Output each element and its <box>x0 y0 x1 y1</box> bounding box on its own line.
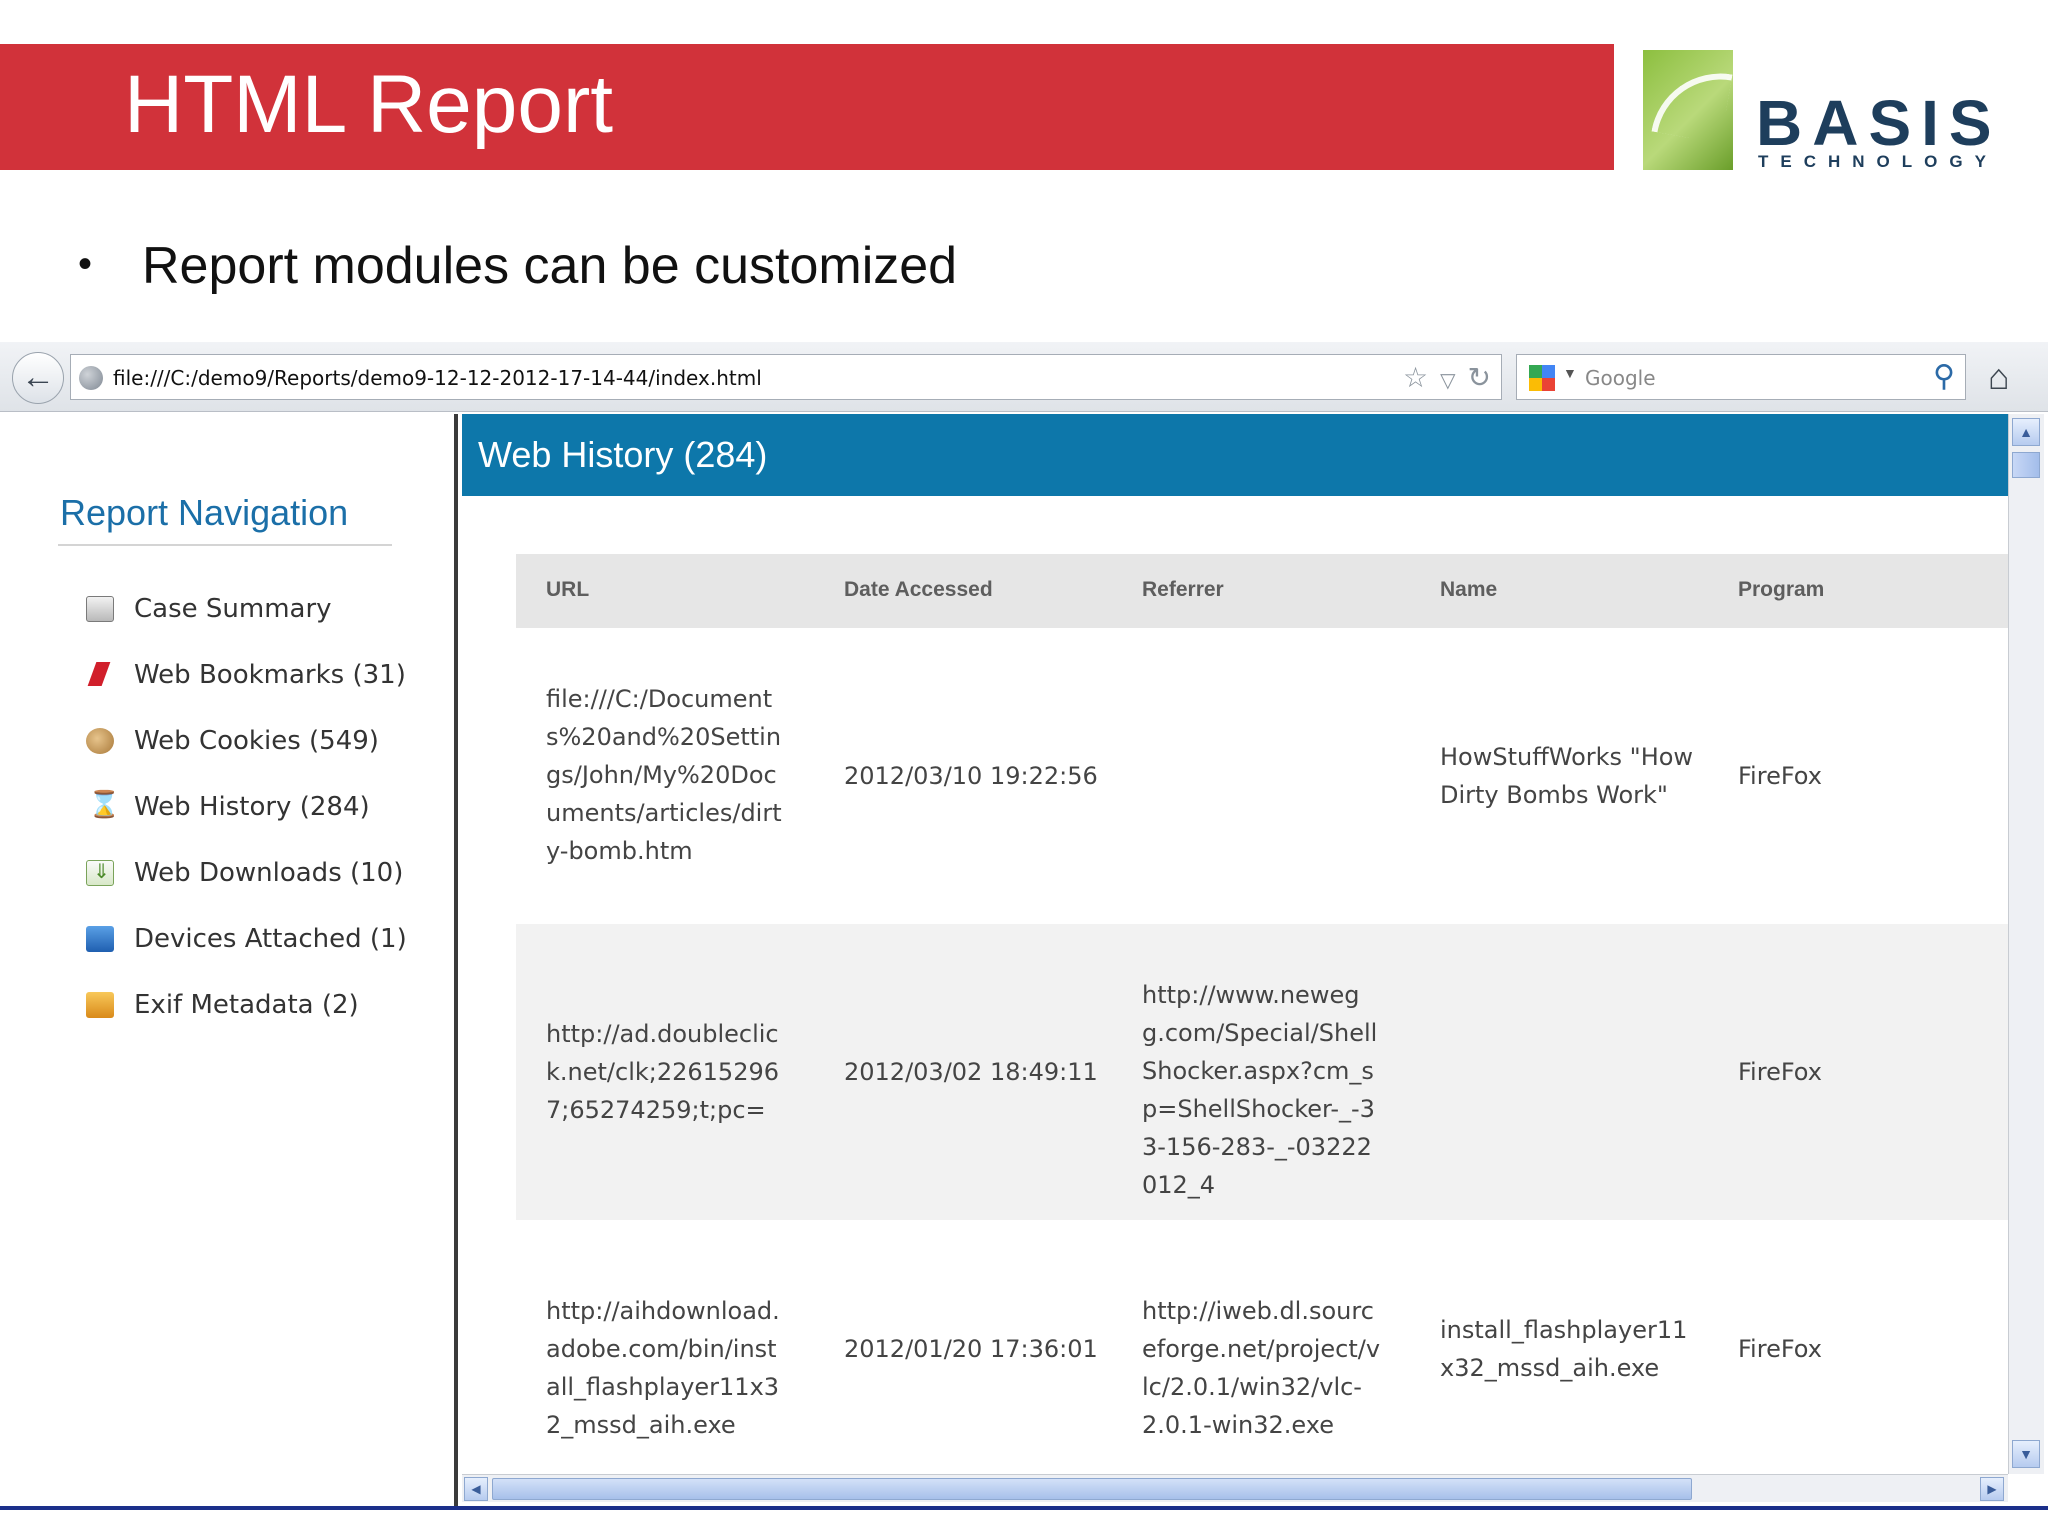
nav-item-label[interactable]: Devices Attached (1) <box>134 924 407 954</box>
browser-toolbar: ← file:///C:/demo9/Reports/demo9-12-12-2… <box>0 342 2048 412</box>
cell-date: 2012/01/20 17:36:01 <box>844 1335 1098 1363</box>
nav-item-label[interactable]: Exif Metadata (2) <box>134 990 359 1020</box>
cell-referrer: http://iweb.dl.sourceforge.net/project/v… <box>1142 1297 1381 1439</box>
cell-referrer: http://www.newegg.com/Special/ShellShock… <box>1142 981 1378 1199</box>
nav-item-exif-metadata[interactable]: Exif Metadata (2) <box>86 986 456 1026</box>
cell-name: install_flashplayer11x32_mssd_aih.exe <box>1440 1316 1688 1382</box>
scroll-left-icon[interactable]: ◀ <box>464 1477 488 1501</box>
report-content: Web History (284) URL Date Accessed Refe… <box>462 414 2008 1474</box>
cell-url: http://ad.doubleclick.net/clk;226152967;… <box>546 1020 780 1124</box>
nav-item-label[interactable]: Web Downloads (10) <box>134 858 403 888</box>
history-dropdown-icon[interactable]: ▽ <box>1440 370 1455 392</box>
cell-name: HowStuffWorks "How Dirty Bombs Work" <box>1440 743 1694 809</box>
hourglass-icon <box>86 790 120 820</box>
device-icon <box>86 926 114 952</box>
camera-icon <box>86 992 114 1018</box>
logo-leaf-icon <box>1643 50 1733 170</box>
horizontal-scrollbar[interactable]: ◀ ▶ <box>462 1474 2008 1502</box>
table-row: http://aihdownload.adobe.com/bin/install… <box>516 1220 2008 1474</box>
nav-item-label[interactable]: Web History (284) <box>134 792 370 822</box>
cell-program: FireFox <box>1738 762 1822 790</box>
scroll-up-icon[interactable]: ▲ <box>2012 418 2040 446</box>
cell-url: http://aihdownload.adobe.com/bin/install… <box>546 1297 780 1439</box>
column-header-name: Name <box>1440 578 1498 601</box>
scroll-right-icon[interactable]: ▶ <box>1980 1477 2004 1501</box>
column-header-program: Program <box>1738 578 1825 601</box>
horizontal-scroll-thumb[interactable] <box>492 1478 1692 1500</box>
reload-icon[interactable]: ↻ <box>1468 362 1491 393</box>
nav-item-label[interactable]: Web Cookies (549) <box>134 726 379 756</box>
table-header: URL Date Accessed Referrer Name Program <box>516 554 2008 628</box>
cell-program: FireFox <box>1738 1058 1822 1086</box>
address-bar[interactable]: file:///C:/demo9/Reports/demo9-12-12-201… <box>70 354 1502 400</box>
google-engine-icon[interactable] <box>1529 365 1555 391</box>
bookmark-icon <box>86 662 114 688</box>
section-header: Web History (284) <box>462 414 2008 496</box>
column-header-date: Date Accessed <box>844 578 993 601</box>
home-icon[interactable]: ⌂ <box>1988 356 2010 398</box>
nav-item-web-cookies[interactable]: Web Cookies (549) <box>86 722 456 762</box>
basis-technology-logo: BASIS TECHNOLOGY <box>1638 48 1992 174</box>
nav-title: Report Navigation <box>60 492 349 533</box>
nav-divider <box>58 544 392 546</box>
column-header-url: URL <box>546 578 590 601</box>
cookie-icon <box>86 728 114 754</box>
download-icon <box>86 859 114 886</box>
cell-date: 2012/03/10 19:22:56 <box>844 762 1098 790</box>
table-row: http://ad.doubleclick.net/clk;226152967;… <box>516 924 2008 1220</box>
briefcase-icon <box>86 596 114 622</box>
column-header-referrer: Referrer <box>1142 578 1224 601</box>
browser-window: ← file:///C:/demo9/Reports/demo9-12-12-2… <box>0 342 2048 1510</box>
logo-word: BASIS <box>1756 87 2002 159</box>
slide-bullet: • Report modules can be customized <box>78 236 957 296</box>
bullet-icon: • <box>78 242 93 286</box>
vertical-scrollbar[interactable]: ▲ ▼ <box>2008 414 2044 1474</box>
nav-item-web-bookmarks[interactable]: Web Bookmarks (31) <box>86 656 456 696</box>
vertical-scroll-thumb[interactable] <box>2012 452 2040 478</box>
address-bar-url[interactable]: file:///C:/demo9/Reports/demo9-12-12-201… <box>113 366 762 390</box>
report-navigation: Report Navigation Case Summary Web Bookm… <box>0 414 458 1510</box>
slide-title: HTML Report <box>124 59 614 150</box>
slide-title-bar: HTML Report <box>0 44 1614 170</box>
nav-item-case-summary[interactable]: Case Summary <box>86 590 456 630</box>
scroll-down-icon[interactable]: ▼ <box>2012 1440 2040 1468</box>
nav-item-label[interactable]: Web Bookmarks (31) <box>134 660 406 690</box>
nav-item-web-history[interactable]: Web History (284) <box>86 788 456 828</box>
bullet-text: Report modules can be customized <box>142 237 958 295</box>
nav-item-label[interactable]: Case Summary <box>134 594 332 624</box>
search-input[interactable]: Google <box>1585 366 1656 390</box>
search-box[interactable]: ▼ Google ⚲ <box>1516 354 1966 400</box>
nav-item-web-downloads[interactable]: Web Downloads (10) <box>86 854 456 894</box>
section-title: Web History (284) <box>478 434 768 475</box>
globe-icon <box>79 366 103 390</box>
nav-item-devices-attached[interactable]: Devices Attached (1) <box>86 920 456 960</box>
window-bottom-border <box>0 1506 2048 1510</box>
cell-url: file:///C:/Documents%20and%20Settings/Jo… <box>546 685 782 865</box>
search-icon[interactable]: ⚲ <box>1933 359 1955 394</box>
logo-subtitle: TECHNOLOGY <box>1758 152 1998 171</box>
table-row: file:///C:/Documents%20and%20Settings/Jo… <box>516 628 2008 924</box>
cell-program: FireFox <box>1738 1335 1822 1363</box>
engine-dropdown-icon[interactable]: ▼ <box>1563 365 1577 381</box>
bookmark-star-icon[interactable]: ☆ <box>1403 362 1428 393</box>
cell-date: 2012/03/02 18:49:11 <box>844 1058 1098 1086</box>
back-button[interactable]: ← <box>12 352 64 404</box>
web-history-table: URL Date Accessed Referrer Name Program … <box>516 554 2008 1474</box>
